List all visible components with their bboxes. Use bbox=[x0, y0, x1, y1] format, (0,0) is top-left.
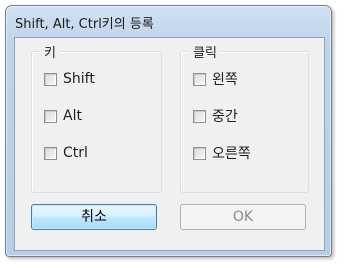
left-click-checkbox-row[interactable]: 왼쪽 bbox=[193, 69, 238, 89]
key-group-label: 키 bbox=[40, 42, 60, 61]
alt-label: Alt bbox=[63, 108, 82, 124]
title-bar[interactable]: Shift, Alt, Ctrl키의 등록 bbox=[6, 6, 331, 36]
shift-checkbox-row[interactable]: Shift bbox=[44, 69, 95, 89]
middle-click-checkbox[interactable] bbox=[193, 109, 206, 123]
ok-button[interactable]: OK bbox=[180, 204, 306, 230]
key-group: 키 Shift Alt Ctrl bbox=[31, 42, 162, 193]
ctrl-checkbox[interactable] bbox=[44, 146, 57, 160]
right-click-checkbox[interactable] bbox=[193, 146, 206, 160]
cancel-button[interactable]: 취소 bbox=[31, 204, 157, 230]
dialog-content: 키 Shift Alt Ctrl 클릭 왼쪽 중간 오른쪽 취소 OK bbox=[14, 37, 325, 251]
window-title: Shift, Alt, Ctrl키의 등록 bbox=[15, 17, 154, 32]
middle-click-label: 중간 bbox=[212, 109, 238, 125]
click-group-label: 클릭 bbox=[189, 42, 221, 61]
left-click-checkbox[interactable] bbox=[193, 72, 206, 86]
left-click-label: 왼쪽 bbox=[212, 72, 238, 88]
middle-click-checkbox-row[interactable]: 중간 bbox=[193, 106, 238, 126]
alt-checkbox[interactable] bbox=[44, 109, 57, 123]
ctrl-label: Ctrl bbox=[63, 145, 88, 161]
click-group: 클릭 왼쪽 중간 오른쪽 bbox=[180, 42, 309, 193]
shift-label: Shift bbox=[63, 71, 95, 87]
right-click-checkbox-row[interactable]: 오른쪽 bbox=[193, 143, 251, 163]
alt-checkbox-row[interactable]: Alt bbox=[44, 106, 82, 126]
shift-checkbox[interactable] bbox=[44, 72, 57, 86]
right-click-label: 오른쪽 bbox=[212, 146, 251, 162]
ctrl-checkbox-row[interactable]: Ctrl bbox=[44, 143, 88, 163]
dialog-window: Shift, Alt, Ctrl키의 등록 키 Shift Alt Ctrl 클… bbox=[5, 5, 332, 257]
